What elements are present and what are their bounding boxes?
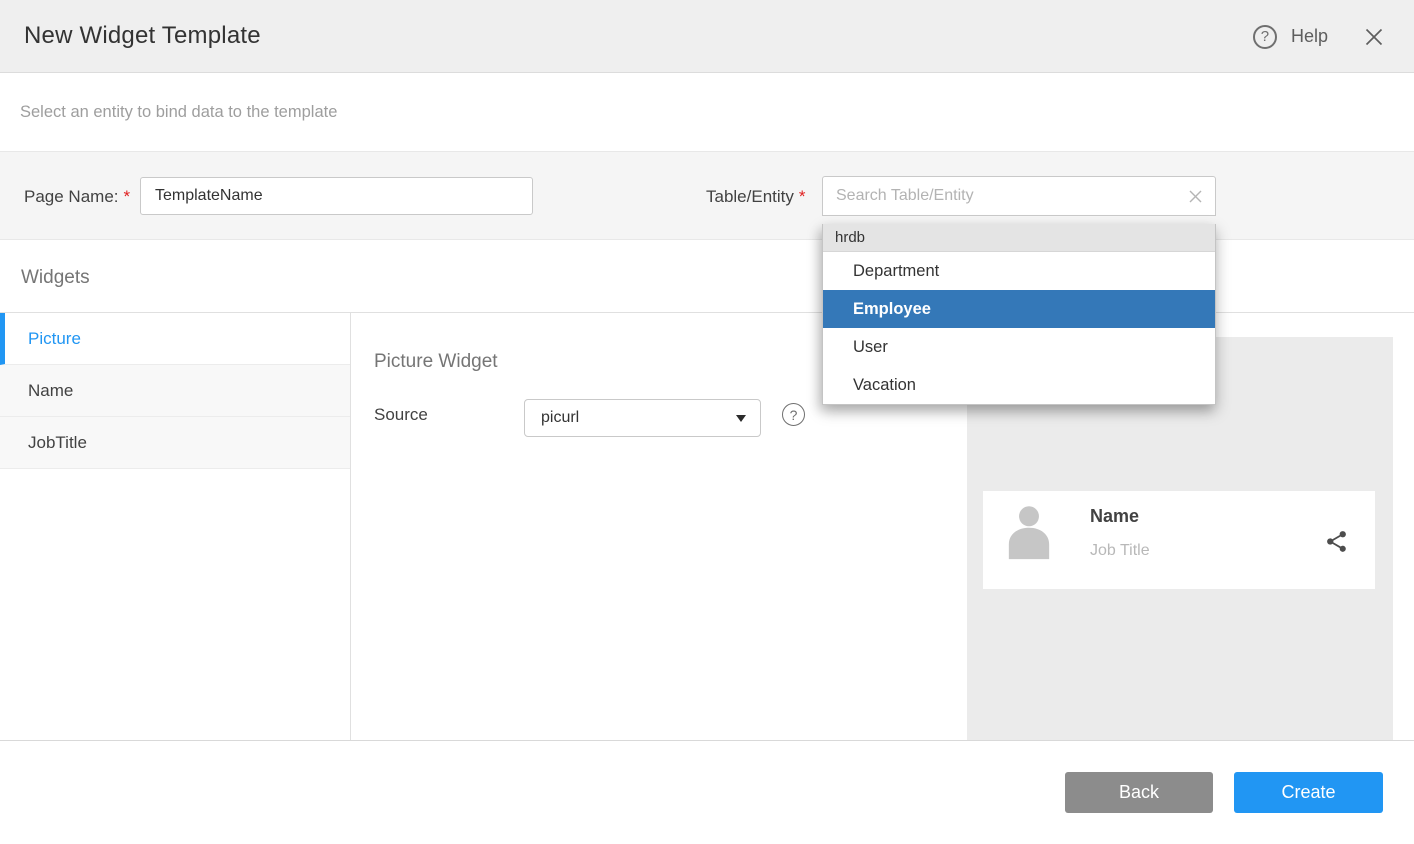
dropdown-option-user[interactable]: User bbox=[823, 328, 1215, 366]
preview-name: Name bbox=[1090, 506, 1139, 527]
required-asterisk: * bbox=[799, 187, 806, 206]
help-button[interactable]: Help bbox=[1291, 26, 1328, 47]
entity-search-box[interactable] bbox=[822, 176, 1216, 216]
caret-down-icon bbox=[736, 415, 746, 422]
back-button[interactable]: Back bbox=[1065, 772, 1213, 813]
dropdown-option-department[interactable]: Department bbox=[823, 252, 1215, 290]
dropdown-group-header: hrdb bbox=[823, 224, 1215, 252]
page-name-label: Page Name: * bbox=[24, 187, 130, 207]
source-select-value: picurl bbox=[525, 409, 736, 427]
page-name-input[interactable] bbox=[140, 177, 533, 215]
required-asterisk: * bbox=[124, 187, 131, 206]
widget-tab-name[interactable]: Name bbox=[0, 365, 350, 417]
widget-panel-title: Picture Widget bbox=[374, 351, 498, 373]
source-select[interactable]: picurl bbox=[524, 399, 761, 437]
source-label: Source bbox=[374, 405, 428, 425]
table-entity-label: Table/Entity * bbox=[706, 187, 806, 207]
header-actions: Help bbox=[1253, 0, 1384, 73]
widget-tabs-sidebar: Picture Name JobTitle bbox=[0, 313, 351, 740]
subtitle-text: Select an entity to bind data to the tem… bbox=[20, 103, 337, 122]
new-widget-template-dialog: New Widget Template Help Select an entit… bbox=[0, 0, 1414, 844]
page-name-label-text: Page Name: bbox=[24, 187, 119, 206]
person-silhouette-icon bbox=[1003, 501, 1055, 561]
clear-search-icon[interactable] bbox=[1188, 189, 1203, 204]
preview-card: Name Job Title bbox=[983, 491, 1375, 589]
content-bottom-divider bbox=[0, 740, 1414, 741]
entity-dropdown: hrdb Department Employee User Vacation bbox=[822, 224, 1216, 405]
widget-tab-picture[interactable]: Picture bbox=[0, 313, 350, 365]
close-icon[interactable] bbox=[1364, 27, 1384, 47]
widget-tab-jobtitle[interactable]: JobTitle bbox=[0, 417, 350, 469]
share-icon[interactable] bbox=[1324, 529, 1349, 554]
create-button[interactable]: Create bbox=[1234, 772, 1383, 813]
entity-search-input[interactable] bbox=[823, 177, 1188, 215]
widget-tab-label: JobTitle bbox=[28, 433, 87, 453]
dropdown-option-vacation[interactable]: Vacation bbox=[823, 366, 1215, 404]
preview-job-title: Job Title bbox=[1090, 542, 1150, 560]
source-help-icon[interactable] bbox=[782, 403, 805, 426]
subtitle-bar: Select an entity to bind data to the tem… bbox=[0, 74, 1414, 151]
widget-tab-label: Picture bbox=[28, 329, 81, 349]
dialog-header: New Widget Template Help bbox=[0, 0, 1414, 73]
widgets-section-title: Widgets bbox=[21, 267, 90, 289]
table-entity-label-text: Table/Entity bbox=[706, 187, 794, 206]
dropdown-option-employee[interactable]: Employee bbox=[823, 290, 1215, 328]
page-title: New Widget Template bbox=[24, 22, 261, 50]
help-icon[interactable] bbox=[1253, 25, 1277, 49]
widget-tab-label: Name bbox=[28, 381, 73, 401]
